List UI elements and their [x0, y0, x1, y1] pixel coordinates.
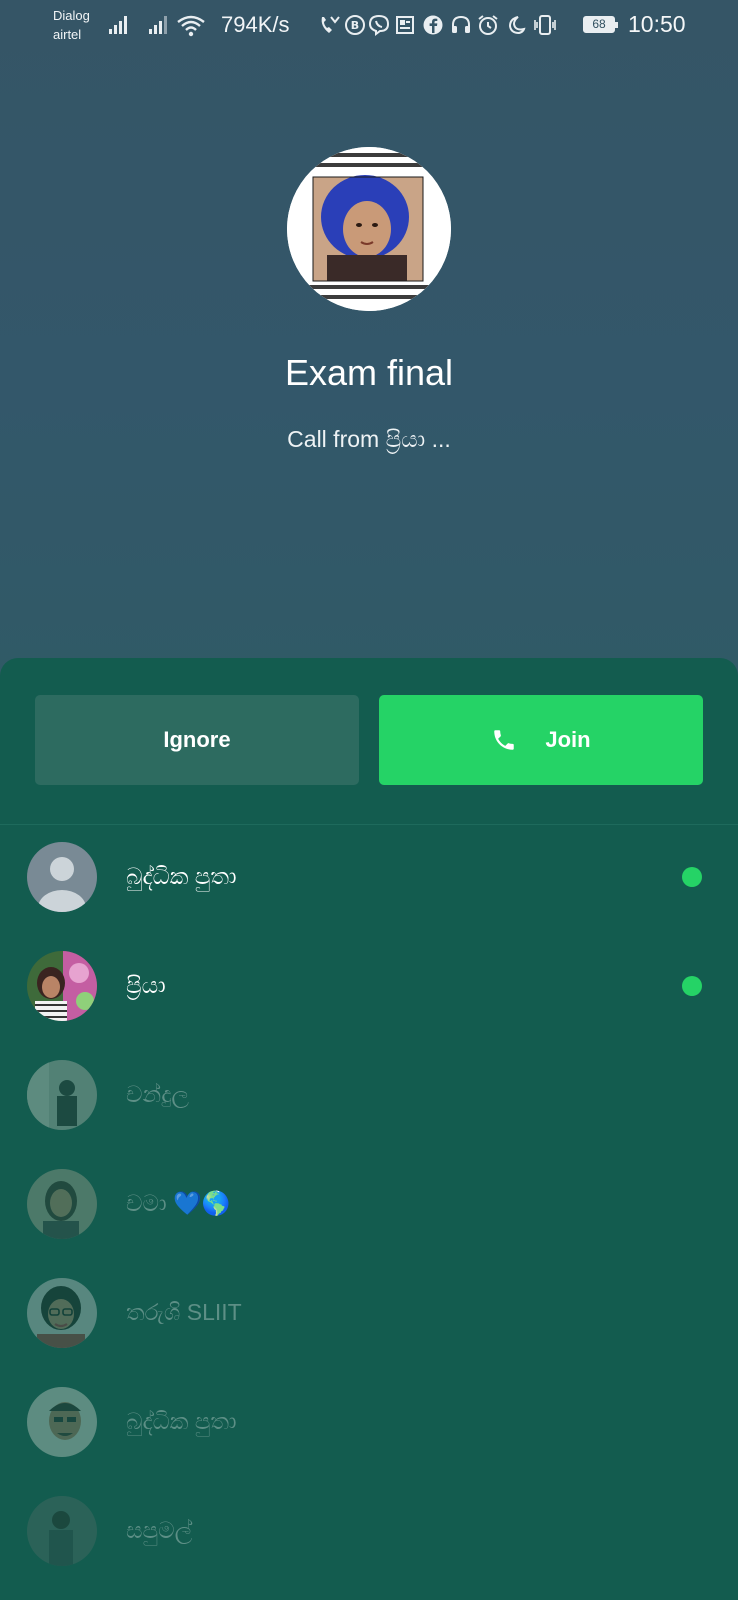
participant-row[interactable]: බුද්ධික පුතා [0, 827, 738, 927]
wifi-icon [177, 15, 205, 37]
avatar [27, 842, 97, 912]
vibrate-icon [534, 15, 556, 35]
avatar [27, 1169, 97, 1239]
status-bar: Dialog airtel 794K/s B 68 10:50 [0, 0, 738, 52]
phone-icon [491, 727, 517, 753]
carrier-2: airtel [53, 27, 82, 42]
viber-icon [368, 14, 390, 36]
online-indicator [682, 867, 702, 887]
call-title: Exam final [284, 352, 454, 393]
avatar [27, 951, 97, 1021]
clock: 10:50 [628, 11, 686, 37]
carrier-1: Dialog [53, 8, 90, 23]
call-header [0, 0, 738, 700]
news-icon [396, 16, 414, 34]
svg-text:B: B [351, 19, 359, 32]
divider [0, 824, 738, 825]
carrier-labels: Dialog airtel [53, 6, 90, 44]
participant-row[interactable]: චන්දුල [0, 1045, 738, 1145]
avatar [27, 1060, 97, 1130]
signal-icon [109, 16, 127, 34]
participant-row[interactable]: චමා 💙🌎 [0, 1154, 738, 1254]
bbm-icon: B [345, 15, 365, 35]
headset-icon [452, 15, 470, 33]
participant-name: චන්දුල [126, 1081, 189, 1107]
participant-row[interactable]: ප්‍රියා [0, 936, 738, 1036]
alarm-icon [478, 15, 498, 35]
ignore-button[interactable]: Ignore [35, 695, 359, 785]
participant-name: චමා 💙🌎 [126, 1190, 231, 1216]
call-actions-sheet: Ignore Join බුද්ධික පුතා [0, 658, 738, 1600]
participant-name: ප්‍රියා [126, 972, 166, 998]
participant-row[interactable]: බුද්ධික පුතා [0, 1372, 738, 1472]
moon-icon [508, 16, 526, 35]
call-subtitle: Call from ප්‍රියා ... [287, 426, 451, 452]
avatar [27, 1496, 97, 1566]
participant-name: සපුමල් [126, 1517, 193, 1543]
missed-call-icon [321, 16, 340, 33]
participant-name: බුද්ධික පුතා [126, 863, 237, 889]
online-indicator [682, 976, 702, 996]
join-button[interactable]: Join [379, 695, 703, 785]
participant-name: තරුශි SLIIT [126, 1299, 242, 1325]
avatar [27, 1387, 97, 1457]
battery-icon: 68 [583, 16, 618, 33]
join-label: Join [545, 727, 591, 752]
facebook-icon [423, 15, 443, 35]
participant-name: බුද්ධික පුතා [126, 1408, 237, 1434]
ignore-label: Ignore [163, 727, 231, 752]
net-speed: 794K/s [221, 12, 290, 37]
group-avatar [287, 147, 451, 311]
avatar [27, 1278, 97, 1348]
signal-icon [149, 16, 167, 34]
participant-row[interactable]: තරුශි SLIIT [0, 1263, 738, 1363]
participant-row[interactable]: සපුමල් [0, 1481, 738, 1581]
